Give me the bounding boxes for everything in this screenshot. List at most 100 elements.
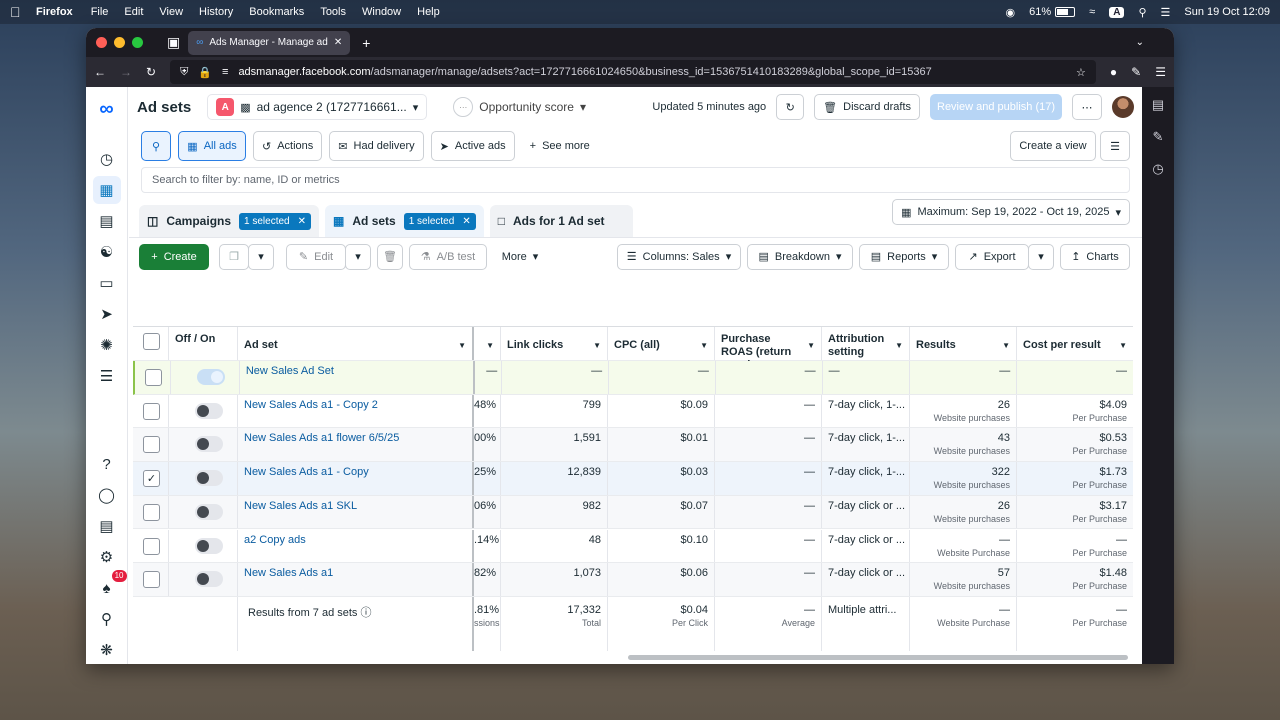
clear-adsets-icon[interactable]: ✕ (462, 216, 470, 227)
tab-ad-sets[interactable]: ▦ Ad sets 1 selected ✕ (325, 205, 484, 237)
search-toggle-button[interactable]: ⚲ (141, 131, 171, 161)
edit-dropdown[interactable]: ▾ (345, 243, 371, 270)
menu-icon[interactable]: ☰ (1155, 65, 1166, 79)
notifications-bell-icon[interactable]: ♠ 10 (93, 570, 127, 602)
clear-campaigns-icon[interactable]: ✕ (298, 216, 306, 227)
permissions-icon[interactable]: ≡ (222, 66, 228, 78)
reports-button[interactable]: ▤ Reports ▾ (859, 243, 949, 270)
help-icon[interactable]: ? (93, 450, 121, 478)
record-icon[interactable]: ◉ (1006, 6, 1016, 19)
adset-name-link[interactable]: New Sales Ads a1 flower 6/5/25 (244, 432, 399, 444)
menu-tools[interactable]: Tools (320, 6, 346, 18)
all-tools-menu-icon[interactable]: ☰ (93, 362, 121, 390)
table-row[interactable]: New Sales Ads a1 - Copy 2 48% 799 $0.09 — 7-d… (133, 394, 1133, 429)
filter-settings-button[interactable]: ☰ (1100, 131, 1130, 161)
row-checkbox[interactable] (143, 402, 160, 420)
delivery-toggle[interactable] (195, 571, 223, 588)
menu-edit[interactable]: Edit (124, 6, 143, 18)
shield-icon[interactable]: ⛨ (180, 66, 188, 79)
search-input[interactable]: Search to filter by: name, ID or metrics (141, 167, 1130, 193)
see-more-button[interactable]: + See more (521, 131, 598, 161)
menu-help[interactable]: Help (417, 6, 440, 18)
close-window-button[interactable] (96, 37, 107, 48)
info-icon[interactable]: ⓘ (357, 607, 371, 619)
sidebar-edit-icon[interactable]: ✎ (1153, 129, 1164, 145)
settings-gear-icon[interactable]: ⚙ (93, 543, 121, 571)
megaphone-icon[interactable]: ➤ (93, 300, 121, 328)
tab-close-icon[interactable]: ✕ (334, 37, 342, 48)
refresh-button[interactable]: ↻ (776, 94, 805, 120)
had-delivery-filter[interactable]: ✉ Had delivery (329, 131, 424, 161)
reload-icon[interactable]: ↻ (146, 65, 156, 79)
adset-name-link[interactable]: New Sales Ads a1 - Copy (244, 466, 369, 478)
more-button[interactable]: More ▾ (493, 243, 547, 270)
dashboard-icon[interactable]: ◷ (93, 145, 121, 173)
col-roas[interactable]: Purchase ROAS (return on ad...▼ (715, 327, 822, 371)
adsets-selected-pill[interactable]: 1 selected ✕ (403, 212, 476, 230)
row-checkbox[interactable] (143, 436, 160, 454)
apple-icon[interactable]:  (10, 4, 24, 20)
billing-icon[interactable]: ▭ (93, 269, 121, 297)
col-cost-per-result[interactable]: Cost per result ▼ (1017, 327, 1133, 360)
account-icon[interactable]: ● (1110, 65, 1117, 79)
create-view-button[interactable]: Create a view (1010, 131, 1096, 161)
row-checkbox[interactable]: ✓ (143, 470, 160, 488)
export-dropdown[interactable]: ▾ (1028, 243, 1054, 270)
delivery-toggle[interactable] (196, 369, 225, 385)
new-tab-icon[interactable]: + (362, 35, 370, 51)
col-cpc[interactable]: CPC (all) ▼ (608, 327, 715, 360)
table-row[interactable]: New Sales Ads a1 82% 1,073 $0.06 — 7-day clic… (133, 563, 1133, 597)
adset-name-link[interactable]: New Sales Ads a1 SKL (244, 500, 357, 512)
table-row[interactable]: New Sales Ads a1 SKL 06% 982 $0.07 — 7-day cl… (133, 495, 1133, 530)
clock[interactable]: Sun 19 Oct 12:09 (1184, 6, 1270, 18)
zoom-window-button[interactable] (132, 37, 143, 48)
adset-name-link[interactable]: New Sales Ad Set (246, 365, 334, 377)
col-ctr[interactable]: ▼ (474, 327, 501, 360)
reports-icon[interactable]: ▤ (93, 512, 121, 540)
menu-window[interactable]: Window (362, 6, 401, 18)
columns-button[interactable]: ☰ Columns: Sales ▾ (617, 243, 741, 270)
duplicate-dropdown[interactable]: ▾ (248, 243, 274, 270)
col-link-clicks[interactable]: Link clicks ▼ (501, 327, 608, 360)
feedback-icon[interactable]: ◯ (93, 481, 121, 509)
address-bar[interactable]: ⛨ 🔒 ≡ adsmanager.facebook.com/adsmanager… (170, 60, 1096, 84)
ab-test-button[interactable]: ⚗ A/B test (409, 243, 487, 270)
select-all-checkbox[interactable] (143, 333, 160, 350)
tab-overview-icon[interactable]: ▣ (167, 34, 180, 51)
more-options-button[interactable]: ⋯ (1072, 94, 1102, 120)
sidebar-chart-icon[interactable]: ▤ (1152, 97, 1164, 113)
forward-icon[interactable]: → (120, 65, 132, 79)
minimize-window-button[interactable] (114, 37, 125, 48)
delivery-toggle[interactable] (195, 537, 223, 554)
export-button[interactable]: ↗ Export (955, 243, 1029, 270)
discard-drafts-button[interactable]: 🗑 Discard drafts (814, 94, 920, 120)
campaigns-selected-pill[interactable]: 1 selected ✕ (239, 212, 312, 230)
adset-name-link[interactable]: a2 Copy ads (244, 534, 306, 546)
breakdown-button[interactable]: ▤ Breakdown ▾ (747, 243, 853, 270)
edit-button[interactable]: ✎ Edit (286, 243, 346, 270)
col-results[interactable]: Results ▼ (910, 327, 1017, 360)
delivery-toggle[interactable] (195, 436, 223, 453)
browser-tab-active[interactable]: ∞ Ads Manager - Manage ads - C ✕ (188, 30, 351, 55)
row-checkbox[interactable] (145, 369, 162, 386)
ad-account-selector[interactable]: A ▩ ad agence 2 (17277166​61... ▾ (207, 94, 428, 120)
extensions-icon[interactable]: ✎ (1131, 65, 1141, 79)
col-onoff[interactable]: Off / On (169, 327, 238, 360)
bug-report-icon[interactable]: ❋ (93, 636, 121, 664)
opportunity-score[interactable]: ⋯ Opportunity score ▾ (453, 97, 586, 117)
menu-view[interactable]: View (159, 6, 183, 18)
row-checkbox[interactable] (143, 571, 160, 589)
campaigns-table-icon[interactable]: ▦ (92, 176, 121, 204)
adset-name-link[interactable]: New Sales Ads a1 - Copy 2 (244, 399, 378, 411)
review-publish-button[interactable]: Review and publish (17) (930, 94, 1062, 120)
url-text[interactable]: adsmanager.facebook.com/adsmanager/manag… (238, 66, 1066, 78)
col-adset[interactable]: Ad set ▼ (238, 327, 474, 360)
row-checkbox[interactable] (143, 503, 160, 521)
spotlight-icon[interactable]: ⚲ (1138, 6, 1146, 19)
all-ads-filter[interactable]: ▦ All ads (178, 131, 246, 161)
charts-button[interactable]: ↥ Charts (1060, 243, 1130, 270)
input-source[interactable]: A (1109, 6, 1125, 18)
search-icon[interactable]: ⚲ (93, 605, 121, 633)
row-checkbox[interactable] (143, 537, 160, 555)
delivery-toggle[interactable] (195, 402, 223, 419)
